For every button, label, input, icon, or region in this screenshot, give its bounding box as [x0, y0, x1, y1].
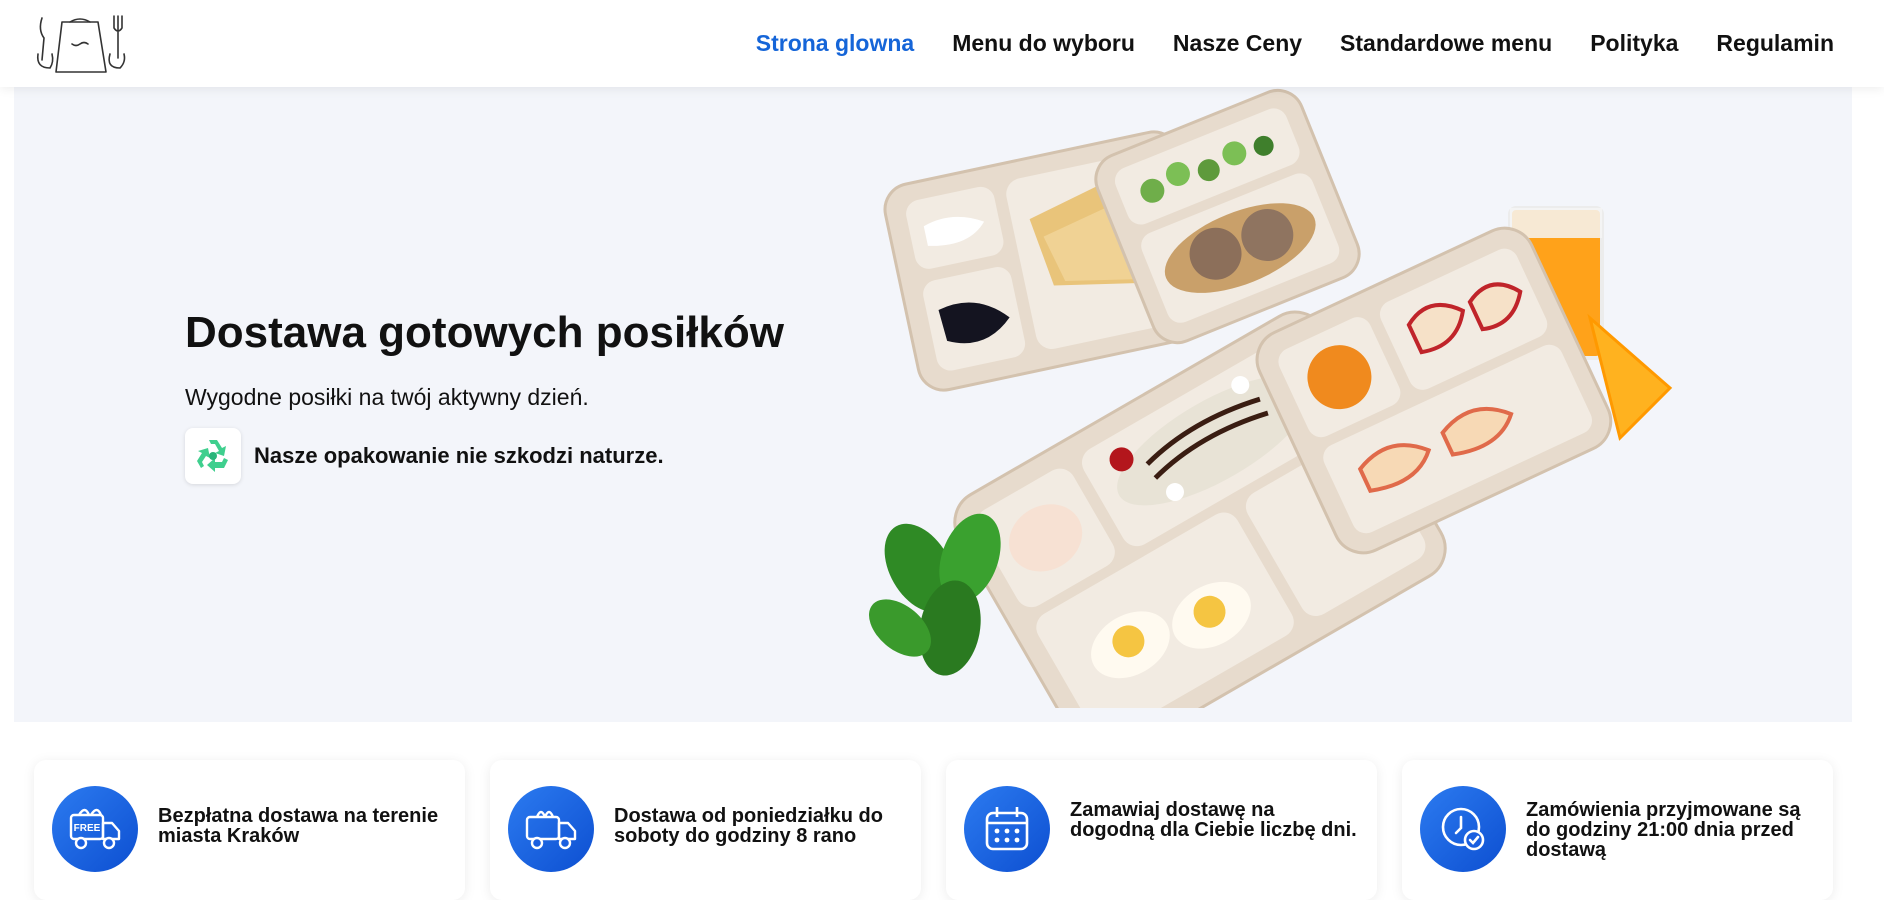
recycle-icon: [197, 440, 228, 472]
feature-card-delivery-hours: Dostawa od poniedziałku do soboty do god…: [490, 760, 921, 900]
hero-title: Dostawa gotowych posiłków: [185, 308, 784, 357]
clock-check-icon: [1420, 786, 1506, 872]
nav-menu-do-wyboru[interactable]: Menu do wyboru: [952, 30, 1135, 57]
eco-text: Nasze opakowanie nie szkodzi naturze.: [254, 443, 664, 468]
meal-trays-image: [860, 88, 1690, 761]
feature-text-delivery-hours: Dostawa od poniedziałku do soboty do god…: [614, 805, 883, 847]
gift-delivery-truck-icon: [508, 786, 594, 872]
free-delivery-truck-icon: FREE: [52, 786, 138, 872]
calendar-icon: [964, 786, 1050, 872]
feature-text-order-deadline: Zamówienia przyjmowane są do godziny 21:…: [1526, 799, 1801, 861]
nav-regulamin[interactable]: Regulamin: [1716, 30, 1834, 57]
nav-polityka[interactable]: Polityka: [1590, 30, 1678, 57]
nav-nasze-ceny[interactable]: Nasze Ceny: [1173, 30, 1302, 57]
eco-badge: [185, 428, 241, 484]
nav-strona-glowna[interactable]: Strona glowna: [756, 30, 914, 57]
site-header: Strona glowna Menu do wyboru Nasze Ceny …: [0, 0, 1884, 87]
free-badge-text: FREE: [74, 823, 101, 834]
feature-card-flexible-days: Zamawiaj dostawę na dogodną dla Ciebie l…: [946, 760, 1377, 900]
hero-subtitle: Wygodne posiłki na twój aktywny dzień.: [185, 384, 589, 410]
feature-card-free-delivery: FREE Bezpłatna dostawa na terenie miasta…: [34, 760, 465, 900]
logo-bag-cutlery-icon: [36, 15, 126, 73]
feature-text-flexible-days: Zamawiaj dostawę na dogodną dla Ciebie l…: [1070, 799, 1357, 841]
feature-card-order-deadline: Zamówienia przyjmowane są do godziny 21:…: [1402, 760, 1833, 900]
logo[interactable]: [32, 14, 128, 74]
nav-standardowe-menu[interactable]: Standardowe menu: [1340, 30, 1552, 57]
feature-text-free-delivery: Bezpłatna dostawa na terenie miasta Krak…: [158, 805, 439, 847]
main-nav: Strona glowna Menu do wyboru Nasze Ceny …: [756, 0, 1834, 87]
